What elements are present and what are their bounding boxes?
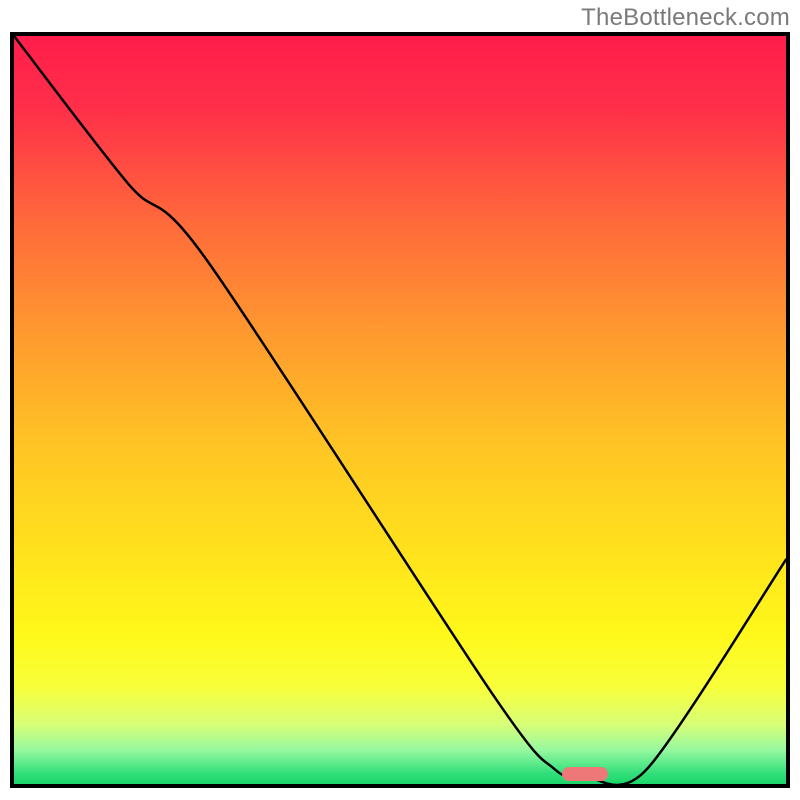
optimum-marker <box>562 767 608 781</box>
bottleneck-curve <box>14 36 786 784</box>
chart-stage: TheBottleneck.com <box>0 0 800 800</box>
watermark-label: TheBottleneck.com <box>581 4 790 32</box>
